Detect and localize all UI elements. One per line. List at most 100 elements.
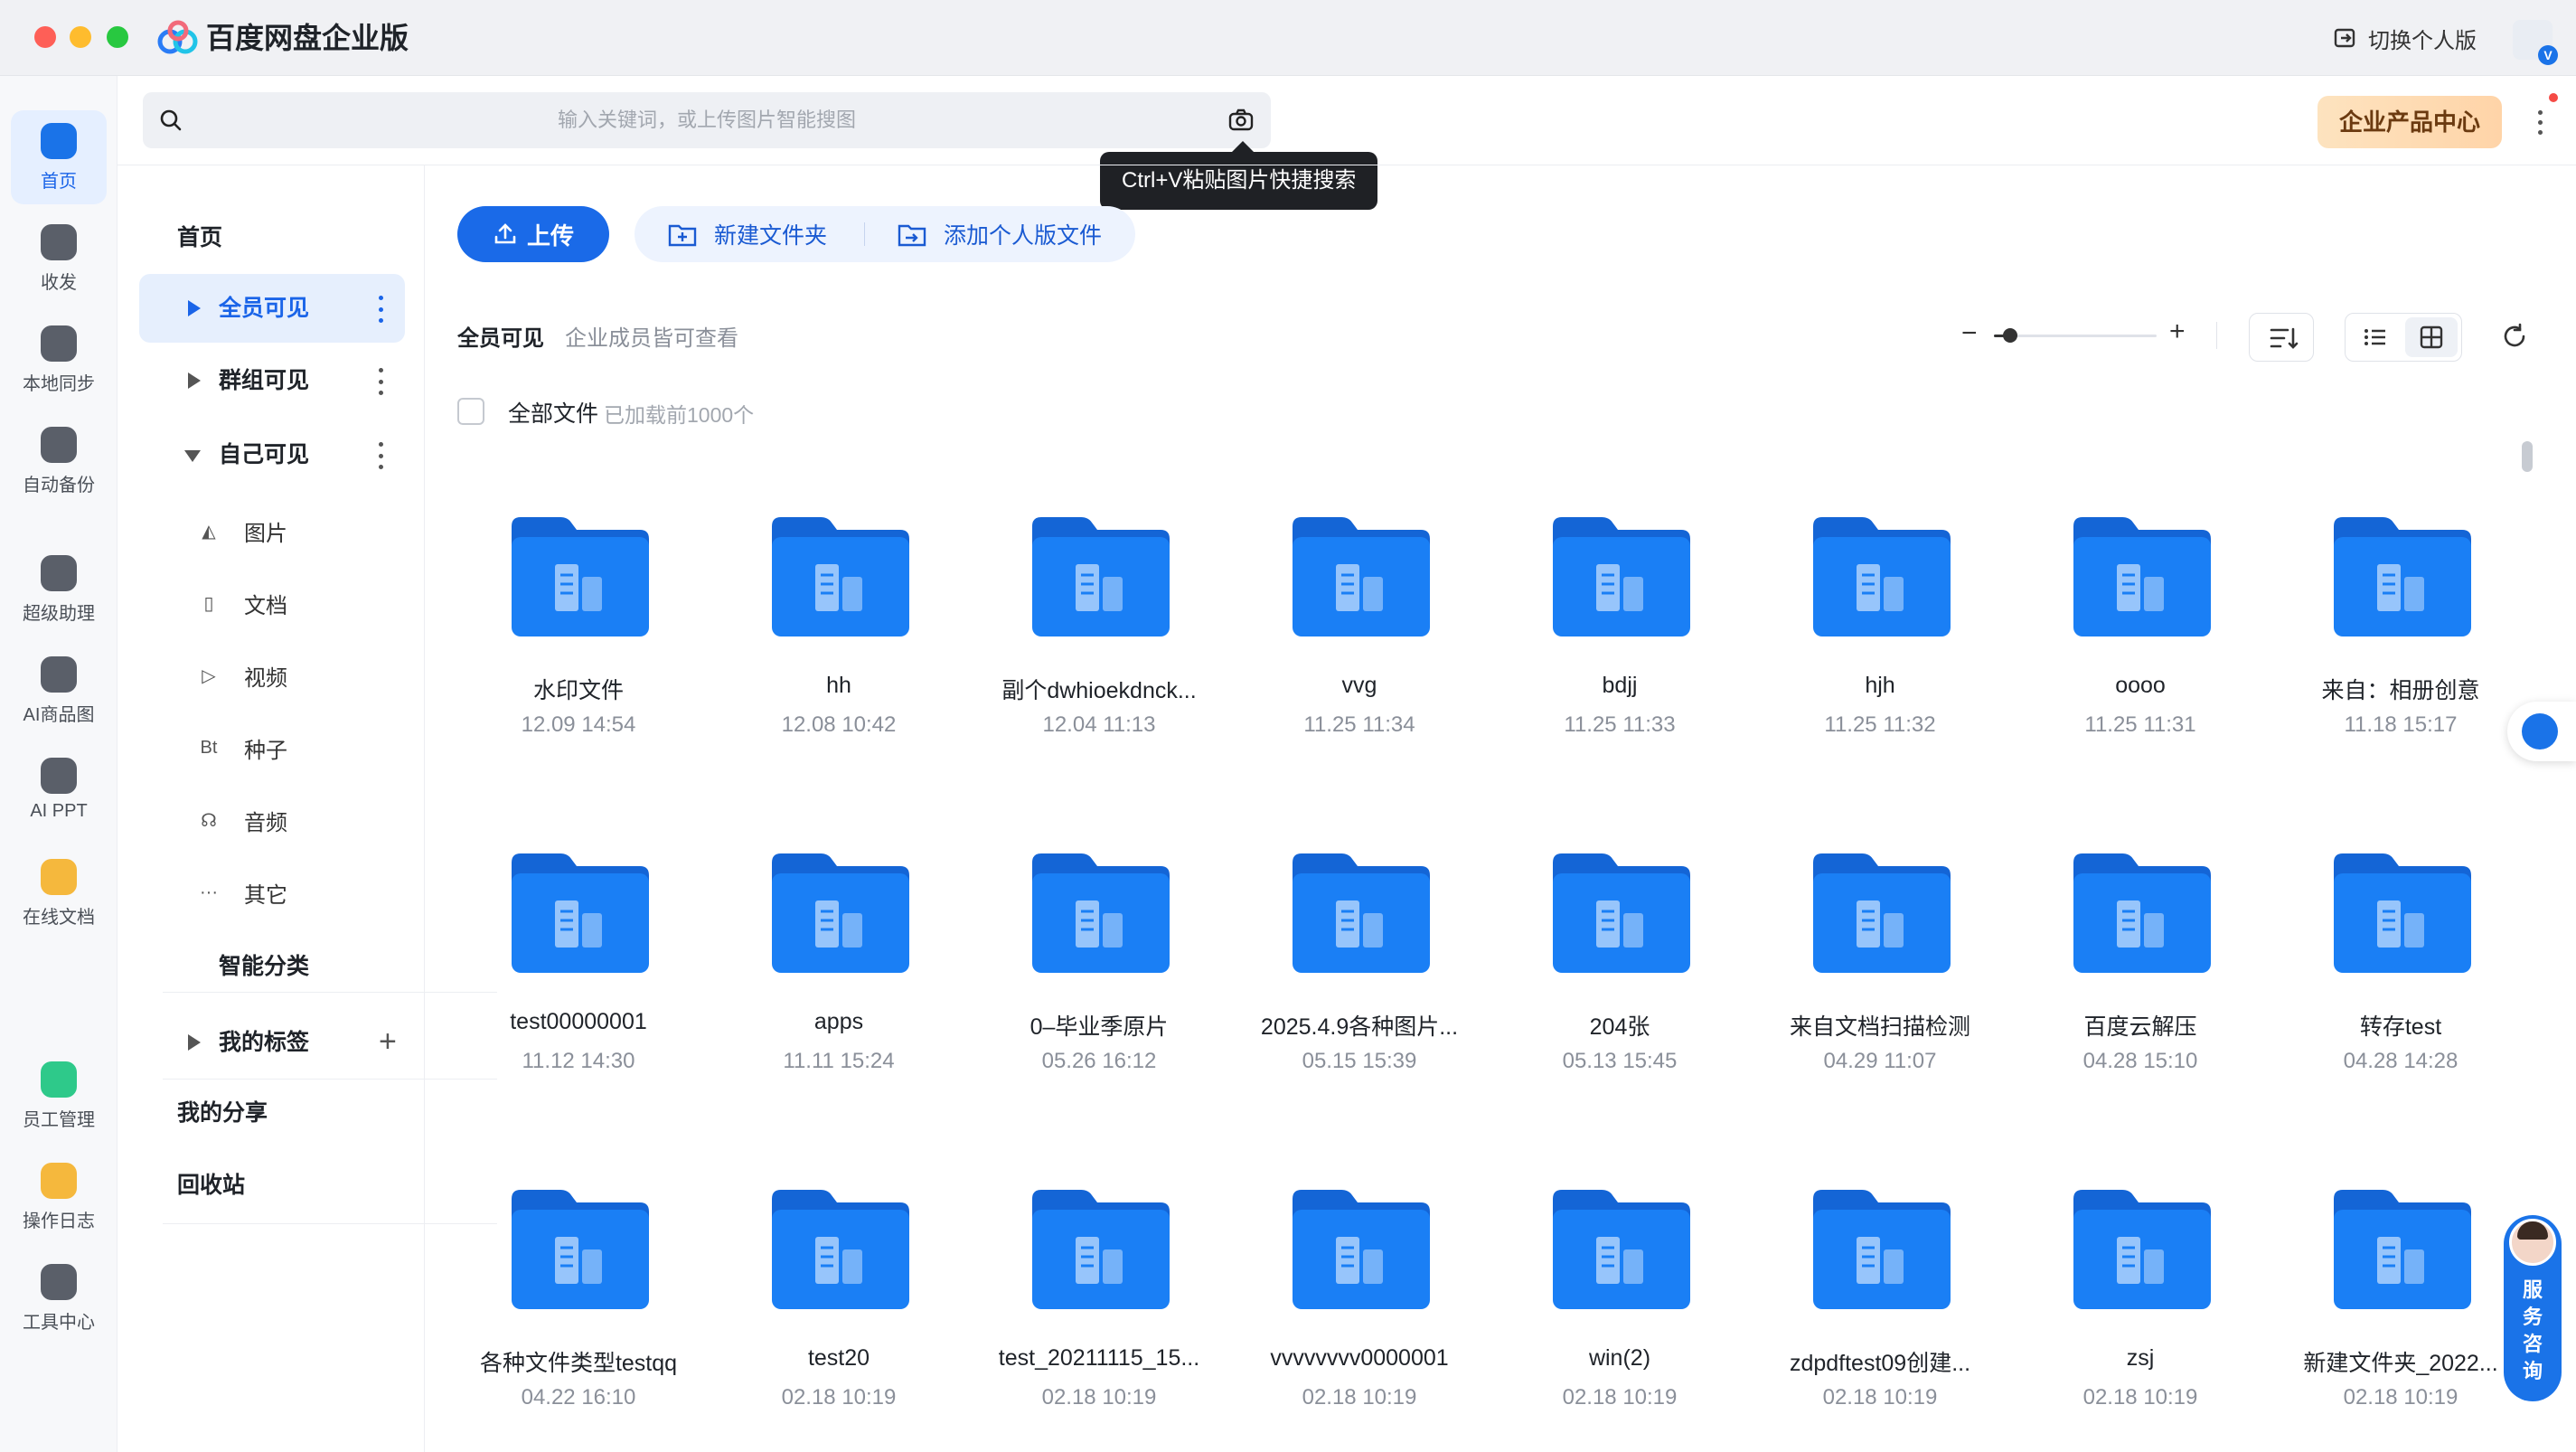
more-icon[interactable]	[376, 368, 385, 395]
folder-tile[interactable]: oooo 11.25 11:31	[2003, 495, 2238, 794]
rail-item-10[interactable]: 工具中心	[11, 1251, 107, 1345]
nav-recycle-bin[interactable]: 回收站	[139, 1151, 405, 1220]
add-tag-icon[interactable]: +	[379, 1026, 397, 1057]
folder-tile[interactable]: win(2) 02.18 10:19	[1482, 1168, 1717, 1452]
rail-item-6[interactable]: AI PPT	[11, 745, 107, 839]
nav-sub-video[interactable]: ▷ 视频	[197, 648, 287, 702]
refresh-icon[interactable]	[2500, 322, 2529, 351]
rail-item-3[interactable]: 自动备份	[11, 414, 107, 508]
nav-my-tags[interactable]: 我的标签 +	[139, 1008, 405, 1077]
nav-sub-document[interactable]: ▯ 文档	[197, 576, 287, 630]
list-view-button[interactable]	[2349, 317, 2402, 357]
folder-tile[interactable]: bdjj 11.25 11:33	[1482, 495, 1717, 794]
search-box[interactable]: 输入关键词，或上传图片智能搜图	[143, 92, 1271, 148]
nav-my-share[interactable]: 我的分享	[139, 1079, 405, 1147]
select-all-checkbox[interactable]	[457, 398, 484, 425]
nav-home[interactable]: 首页	[139, 203, 405, 272]
maximize-window-button[interactable]	[107, 26, 128, 48]
image-icon: ◭	[202, 521, 216, 542]
nav-sub-audio[interactable]: ☊ 音频	[197, 793, 287, 847]
folder-tile[interactable]: test20 02.18 10:19	[701, 1168, 936, 1452]
folder-tile[interactable]: 百度云解压 04.28 15:10	[2003, 832, 2238, 1130]
transfer-icon	[41, 224, 77, 260]
rail-item-8[interactable]: 员工管理	[11, 1049, 107, 1143]
nav-group-visible[interactable]: 群组可见	[139, 346, 405, 415]
new-folder-button[interactable]: 新建文件夹	[667, 206, 827, 262]
zoom-slider[interactable]	[1994, 328, 2157, 343]
rail-item-0[interactable]: 首页	[11, 110, 107, 204]
folder-tile[interactable]: 转存test 04.28 14:28	[2263, 832, 2498, 1130]
user-avatar[interactable]: V	[2513, 20, 2558, 65]
close-window-button[interactable]	[34, 26, 56, 48]
folder-name: apps	[813, 1009, 864, 1034]
new-folder-icon	[668, 224, 697, 247]
floating-assistant-button[interactable]	[2507, 702, 2576, 761]
folder-nav: 首页 全员可见 群组可见 自己可见 ◭ 图片 ▯ 文档 ▷ 视频 Bt 种子 ☊ 音频 ··· 其它 …	[118, 165, 497, 1452]
rail-item-4[interactable]: 超级助理	[11, 542, 107, 636]
minimize-window-button[interactable]	[70, 26, 91, 48]
folder-tile[interactable]: 来自：相册创意 11.18 15:17	[2263, 495, 2498, 794]
rail-item-1[interactable]: 收发	[11, 212, 107, 306]
rail-item-7[interactable]: 在线文档	[11, 846, 107, 940]
expand-arrow-icon[interactable]	[188, 300, 201, 316]
rail-item-9[interactable]: 操作日志	[11, 1150, 107, 1244]
switch-personal-button[interactable]: 切换个人版	[2332, 18, 2477, 58]
zoom-in-button[interactable]: +	[2169, 318, 2186, 345]
add-personal-file-button[interactable]: 添加个人版文件	[897, 206, 1102, 262]
folder-tile[interactable]: 2025.4.9各种图片... 05.15 15:39	[1222, 832, 1458, 1130]
sort-icon	[2270, 327, 2299, 349]
nav-sub-other[interactable]: ··· 其它	[197, 865, 287, 919]
product-center-button[interactable]: 企业产品中心	[2317, 96, 2502, 148]
folder-tile[interactable]: vvg 11.25 11:34	[1222, 495, 1457, 794]
grid-view-button[interactable]	[2405, 317, 2458, 357]
staff-icon	[41, 1061, 77, 1098]
folder-date: 02.18 10:19	[1041, 1385, 1157, 1410]
expand-arrow-icon[interactable]	[188, 372, 201, 389]
folder-date: 11.25 11:33	[1564, 712, 1676, 737]
rail-item-2[interactable]: 本地同步	[11, 313, 107, 407]
folder-name: test00000001	[510, 1009, 647, 1034]
folder-tile[interactable]: vvvvvvvv0000001 02.18 10:19	[1222, 1168, 1457, 1452]
nav-sub-torrent[interactable]: Bt 种子	[197, 721, 287, 775]
folder-tile[interactable]: hjh 11.25 11:32	[1743, 495, 1978, 794]
sort-button[interactable]	[2249, 313, 2314, 362]
more-icon[interactable]	[376, 296, 385, 323]
folder-tile[interactable]: test00000001 11.12 14:30	[441, 832, 676, 1130]
folder-icon	[2334, 517, 2471, 636]
folder-tile[interactable]: test_20211115_15... 02.18 10:19	[962, 1168, 1199, 1452]
folder-tile[interactable]: zdpdftest09创建... 02.18 10:19	[1743, 1168, 1978, 1452]
folder-name: test20	[807, 1345, 870, 1371]
rail-item-5[interactable]: AI商品图	[11, 644, 107, 738]
nav-smart-category[interactable]: 智能分类	[139, 932, 405, 1001]
expand-arrow-icon[interactable]	[188, 1034, 201, 1051]
view-toggle	[2345, 313, 2462, 362]
folder-tile[interactable]: 204张 05.13 15:45	[1482, 832, 1717, 1130]
more-icon[interactable]	[376, 442, 385, 469]
camera-icon[interactable]	[1227, 107, 1255, 134]
zoom-out-button[interactable]: −	[1961, 320, 1978, 347]
search-input[interactable]: 输入关键词，或上传图片智能搜图	[143, 92, 1271, 148]
more-menu-button[interactable]	[2531, 99, 2549, 145]
rail-item-label: AI PPT	[30, 801, 88, 821]
nav-sub-image[interactable]: ◭ 图片	[197, 504, 287, 558]
folder-tile[interactable]: 新建文件夹_2022... 02.18 10:19	[2263, 1168, 2498, 1452]
service-consult-button[interactable]: 服务咨询	[2504, 1215, 2562, 1401]
folder-date: 04.28 14:28	[2343, 1049, 2458, 1073]
folder-tile[interactable]: 0–毕业季原片 05.26 16:12	[962, 832, 1197, 1130]
folder-tile[interactable]: 副个dwhioekdnck... 12.04 11:13	[962, 495, 1197, 794]
nav-all-visible[interactable]: 全员可见	[139, 274, 405, 343]
upload-button[interactable]: 上传	[457, 206, 609, 262]
collapse-arrow-icon[interactable]	[184, 450, 201, 462]
folder-name: test_20211115_15...	[998, 1345, 1200, 1371]
folder-tile[interactable]: 水印文件 12.09 14:54	[441, 495, 676, 794]
folder-tile[interactable]: zsj 02.18 10:19	[2003, 1168, 2238, 1452]
folder-tile[interactable]: hh 12.08 10:42	[701, 495, 936, 794]
folder-tile[interactable]: 来自文档扫描检测 04.29 11:07	[1743, 832, 1978, 1130]
folder-tile[interactable]: apps 11.11 15:24	[701, 832, 936, 1130]
folder-name: 水印文件	[532, 678, 624, 703]
scrollbar[interactable]	[2522, 441, 2533, 472]
nav-self-visible[interactable]: 自己可见	[139, 420, 405, 489]
folder-tile[interactable]: 各种文件类型testqq 04.22 16:10	[441, 1168, 677, 1452]
folder-date: 02.18 10:19	[2082, 1385, 2198, 1410]
zoom-slider-handle[interactable]	[2003, 328, 2017, 343]
